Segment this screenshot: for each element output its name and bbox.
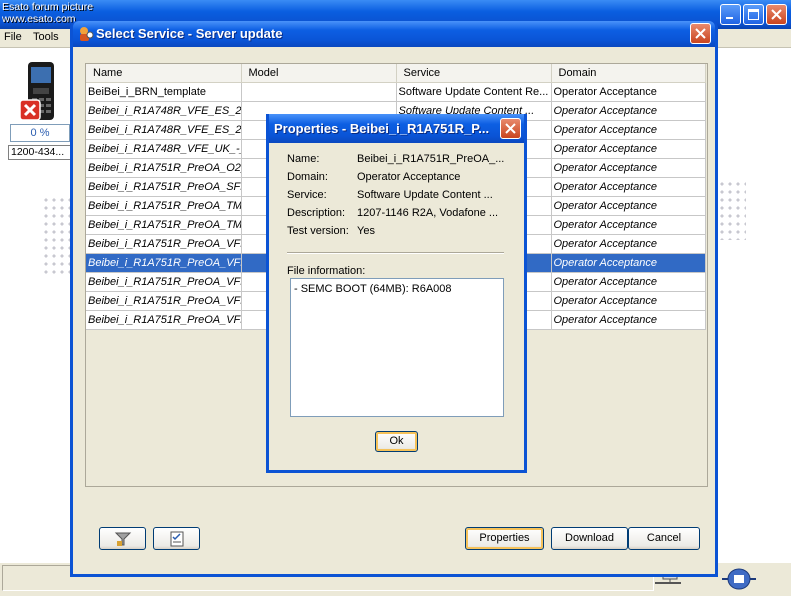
select-service-titlebar[interactable]: Select Service - Server update xyxy=(73,21,715,47)
cell-name: Beibei_i_R1A751R_PreOA_VFE_ xyxy=(86,310,242,330)
decorative-dots xyxy=(42,196,72,276)
select-service-close-button[interactable] xyxy=(690,23,711,44)
cell-name: Beibei_i_R1A751R_PreOA_SFR_ xyxy=(86,177,242,197)
progress-indicator: 0 % xyxy=(10,124,70,142)
cell-model xyxy=(241,82,397,102)
properties-client: Name: Beibei_i_R1A751R_PreOA_... Domain: O… xyxy=(269,143,524,470)
ok-button[interactable]: Ok xyxy=(375,431,418,452)
tool-button-right[interactable] xyxy=(153,527,200,550)
property-domain-value: Operator Acceptance xyxy=(357,171,461,183)
cell-service: Software Update Content Re... xyxy=(396,82,552,102)
property-service-value: Software Update Content ... xyxy=(357,189,493,201)
property-description-value: 1207-1146 R2A, Vodafone ... xyxy=(357,207,499,219)
properties-dialog: Properties - Beibei_i_R1A751R_P... Name:… xyxy=(266,114,527,473)
property-name: Name: Beibei_i_R1A751R_PreOA_... xyxy=(287,153,504,165)
properties-close-button[interactable] xyxy=(500,118,521,139)
property-test-label: Test version: xyxy=(287,225,349,237)
menu-tools[interactable]: Tools xyxy=(33,31,59,43)
service-app-icon xyxy=(80,27,94,41)
column-header-name[interactable]: Name xyxy=(86,64,242,83)
cell-name: Beibei_i_R1A751R_PreOA_VFE_ xyxy=(86,253,242,273)
select-service-title: Select Service - Server update xyxy=(96,26,283,41)
file-information-box[interactable]: - SEMC BOOT (64MB): R6A008 xyxy=(290,278,504,417)
property-service: Service: Software Update Content ... xyxy=(287,189,493,201)
column-header-service[interactable]: Service xyxy=(396,64,552,83)
cell-name: Beibei_i_R1A751R_PreOA_VFE_ xyxy=(86,291,242,311)
cell-domain: Operator Acceptance xyxy=(551,272,706,292)
column-header-domain[interactable]: Domain xyxy=(551,64,706,83)
cell-name: Beibei_i_R1A748R_VFE_UK_-_D xyxy=(86,139,242,159)
minimize-icon xyxy=(726,17,733,19)
maximize-button[interactable] xyxy=(743,4,764,25)
file-information-label: File information: xyxy=(287,265,366,277)
cell-name: Beibei_i_R1A751R_PreOA_TMO xyxy=(86,215,242,235)
checklist-icon xyxy=(170,531,183,547)
cell-name: Beibei_i_R1A751R_PreOA_VFE_ xyxy=(86,234,242,254)
property-name-label: Name: xyxy=(287,153,320,165)
property-description-label: Description: xyxy=(287,207,346,219)
cell-domain: Operator Acceptance xyxy=(551,82,706,102)
close-icon xyxy=(505,123,516,134)
property-name-value: Beibei_i_R1A751R_PreOA_... xyxy=(357,153,505,165)
cell-name: Beibei_i_R1A751R_PreOA_O2_I xyxy=(86,158,242,178)
column-header-model[interactable]: Model xyxy=(241,64,397,83)
device-id-field: 1200-434... xyxy=(8,145,74,160)
cell-domain: Operator Acceptance xyxy=(551,120,706,140)
cell-domain: Operator Acceptance xyxy=(551,234,706,254)
property-service-label: Service: xyxy=(287,189,327,201)
app-close-button[interactable] xyxy=(766,4,787,25)
property-domain-label: Domain: xyxy=(287,171,328,183)
cell-domain: Operator Acceptance xyxy=(551,215,706,235)
phone-icon[interactable] xyxy=(20,62,60,122)
watermark-line1: Esato forum picture xyxy=(2,1,94,13)
cell-domain: Operator Acceptance xyxy=(551,196,706,216)
cell-domain: Operator Acceptance xyxy=(551,310,706,330)
file-information-text: - SEMC BOOT (64MB): R6A008 xyxy=(294,283,452,295)
cancel-button[interactable]: Cancel xyxy=(628,527,700,550)
cell-name: Beibei_i_R1A748R_VFE_ES_200 xyxy=(86,120,242,140)
cell-domain: Operator Acceptance xyxy=(551,158,706,178)
property-test-value: Yes xyxy=(357,225,375,237)
cell-name: Beibei_i_R1A751R_PreOA_VFE_ xyxy=(86,272,242,292)
menu-file[interactable]: File xyxy=(4,31,22,43)
download-button[interactable]: Download xyxy=(551,527,628,550)
cell-name: Beibei_i_R1A748R_VFE_ES_200 xyxy=(86,101,242,121)
table-header-row: Name Model Service Domain xyxy=(86,64,706,83)
table-row[interactable]: BeiBei_i_BRN_template Software Update Con… xyxy=(86,82,706,102)
tool-button-left[interactable] xyxy=(99,527,146,550)
properties-button[interactable]: Properties xyxy=(465,527,544,550)
filter-icon xyxy=(114,532,131,546)
cell-domain: Operator Acceptance xyxy=(551,291,706,311)
cell-name: BeiBei_i_BRN_template xyxy=(86,82,242,102)
cell-domain: Operator Acceptance xyxy=(551,253,706,273)
cell-name: Beibei_i_R1A751R_PreOA_TMO xyxy=(86,196,242,216)
minimize-button[interactable] xyxy=(720,4,741,25)
separator xyxy=(287,252,504,254)
cell-domain: Operator Acceptance xyxy=(551,177,706,197)
property-test-version: Test version: Yes xyxy=(287,225,375,237)
properties-title: Properties - Beibei_i_R1A751R_P... xyxy=(274,121,490,136)
properties-titlebar[interactable]: Properties - Beibei_i_R1A751R_P... xyxy=(269,114,524,143)
close-icon xyxy=(771,9,782,20)
cell-domain: Operator Acceptance xyxy=(551,139,706,159)
usb-connection-icon xyxy=(722,568,756,590)
cell-domain: Operator Acceptance xyxy=(551,101,706,121)
close-icon xyxy=(695,28,706,39)
property-description: Description: 1207-1146 R2A, Vodafone ... xyxy=(287,207,498,219)
decorative-dots xyxy=(718,180,746,240)
property-domain: Domain: Operator Acceptance xyxy=(287,171,460,183)
maximize-icon xyxy=(748,9,759,20)
